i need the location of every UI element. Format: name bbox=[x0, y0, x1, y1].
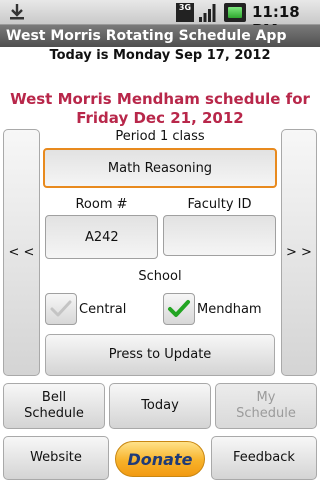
central-label[interactable]: Central bbox=[79, 302, 126, 317]
signal-icon bbox=[199, 4, 216, 22]
mendham-checkbox[interactable] bbox=[163, 293, 195, 325]
previous-day-label: < < bbox=[8, 244, 35, 260]
faculty-id-label: Faculty ID bbox=[187, 197, 252, 212]
school-label: School bbox=[138, 269, 182, 284]
next-day-button[interactable]: > > bbox=[281, 129, 317, 376]
schedule-heading: West Morris Mendham schedule for Friday … bbox=[0, 90, 320, 128]
class-field[interactable]: Math Reasoning bbox=[43, 148, 277, 188]
check-icon bbox=[168, 300, 190, 317]
update-button[interactable]: Press to Update bbox=[45, 334, 275, 376]
download-icon bbox=[10, 4, 24, 20]
donate-button-label: Donate bbox=[127, 449, 193, 469]
schedule-heading-line1: West Morris Mendham schedule for bbox=[10, 90, 310, 108]
feedback-button[interactable]: Feedback bbox=[211, 436, 317, 480]
period-label: Period 1 class bbox=[115, 129, 205, 144]
battery-icon bbox=[224, 3, 246, 22]
app-title: West Morris Rotating Schedule App bbox=[6, 28, 287, 44]
today-button-label: Today bbox=[141, 398, 179, 413]
bell-schedule-label-line2: Schedule bbox=[24, 406, 84, 421]
app-title-bar: West Morris Rotating Schedule App bbox=[0, 25, 320, 47]
website-button[interactable]: Website bbox=[3, 436, 109, 480]
network-icon: 3G bbox=[176, 3, 194, 22]
room-field[interactable]: A242 bbox=[45, 215, 158, 259]
previous-day-button[interactable]: < < bbox=[3, 129, 40, 376]
today-button[interactable]: Today bbox=[109, 383, 211, 429]
check-icon bbox=[50, 300, 72, 317]
my-schedule-label-line2: Schedule bbox=[236, 406, 296, 421]
central-checkbox[interactable] bbox=[45, 293, 77, 325]
room-value: A242 bbox=[85, 229, 119, 245]
update-button-label: Press to Update bbox=[108, 347, 212, 362]
bell-schedule-button[interactable]: Bell Schedule bbox=[3, 383, 105, 429]
network-type-label: 3G bbox=[178, 3, 192, 12]
today-date-text: Today is Monday Sep 17, 2012 bbox=[49, 48, 271, 63]
feedback-button-label: Feedback bbox=[233, 450, 295, 465]
class-value: Math Reasoning bbox=[107, 160, 213, 176]
faculty-id-field[interactable] bbox=[163, 215, 276, 256]
next-day-label: > > bbox=[286, 244, 312, 260]
mendham-label[interactable]: Mendham bbox=[197, 302, 262, 317]
my-schedule-label-line1: My bbox=[256, 390, 276, 405]
donate-button[interactable]: Donate bbox=[115, 441, 205, 477]
website-button-label: Website bbox=[30, 450, 82, 465]
room-label: Room # bbox=[75, 197, 128, 212]
bell-schedule-label-line1: Bell bbox=[41, 390, 67, 405]
status-bar: 3G 11:18 PM bbox=[0, 0, 320, 39]
my-schedule-button[interactable]: My Schedule bbox=[215, 383, 317, 429]
schedule-heading-line2: Friday Dec 21, 2012 bbox=[76, 109, 244, 127]
